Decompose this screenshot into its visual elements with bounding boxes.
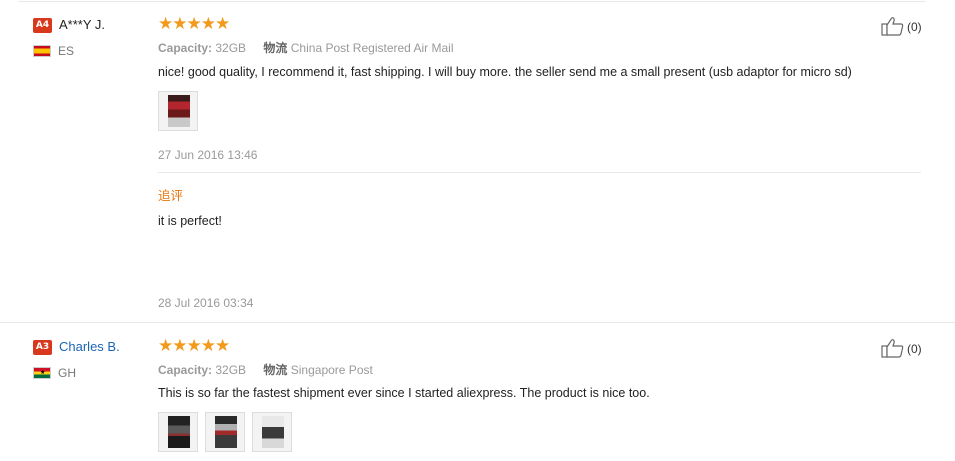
capacity-value: 32GB	[215, 41, 247, 55]
capacity-label: Capacity:	[158, 41, 213, 55]
helpful-button[interactable]: (0)	[881, 16, 941, 36]
review-item: A4 A***Y J. ES ★★★★★ Capacity: 32GB 物流 C…	[0, 0, 955, 322]
review-photo-thumbnail[interactable]	[252, 412, 292, 452]
shipping-method: Singapore Post	[290, 363, 373, 377]
rating-stars: ★★★★★	[158, 336, 230, 355]
additional-feedback-label: 追评	[158, 188, 184, 203]
order-info: Capacity: 32GB 物流 China Post Registered …	[158, 39, 454, 56]
spain-flag-icon	[33, 45, 51, 57]
thumbs-up-icon	[881, 339, 904, 358]
review-text: This is so far the fastest shipment ever…	[158, 386, 650, 400]
photo-placeholder	[168, 416, 190, 448]
additional-feedback-text: it is perfect!	[158, 214, 222, 228]
review-text: nice! good quality, I recommend it, fast…	[158, 65, 852, 79]
shipping-label: 物流	[263, 363, 288, 377]
rating-stars: ★★★★★	[158, 14, 230, 33]
capacity-label: Capacity:	[158, 363, 213, 377]
buyer-level-badge: A4	[33, 18, 52, 33]
photo-placeholder	[262, 416, 284, 448]
reviewer-country: ES	[58, 44, 75, 58]
shipping-label: 物流	[263, 41, 288, 55]
helpful-count: (0)	[907, 20, 922, 34]
helpful-button[interactable]: (0)	[881, 338, 941, 358]
review-item: A3 Charles B. ★ GH ★★★★★ Capacity: 32GB …	[0, 322, 955, 461]
photo-placeholder	[168, 95, 190, 127]
ghana-flag-star-icon: ★	[40, 370, 46, 376]
ghana-flag-icon: ★	[33, 367, 51, 379]
reviewer-country: GH	[58, 366, 76, 380]
capacity-value: 32GB	[215, 363, 247, 377]
buyer-level-badge: A3	[33, 340, 52, 355]
review-photo-thumbnail[interactable]	[158, 91, 198, 131]
order-info: Capacity: 32GB 物流 Singapore Post	[158, 361, 373, 378]
review-photo-thumbnail[interactable]	[158, 412, 198, 452]
reviewer-name: A***Y J.	[59, 17, 106, 32]
photo-placeholder	[215, 416, 237, 448]
reviewer-name[interactable]: Charles B.	[59, 339, 120, 354]
additional-feedback-divider	[158, 172, 921, 173]
shipping-method: China Post Registered Air Mail	[290, 41, 454, 55]
review-date: 27 Jun 2016 13:46	[158, 148, 258, 162]
thumbs-up-icon	[881, 17, 904, 36]
review-photo-thumbnail[interactable]	[205, 412, 245, 452]
additional-feedback-date: 28 Jul 2016 03:34	[158, 296, 254, 310]
helpful-count: (0)	[907, 342, 922, 356]
